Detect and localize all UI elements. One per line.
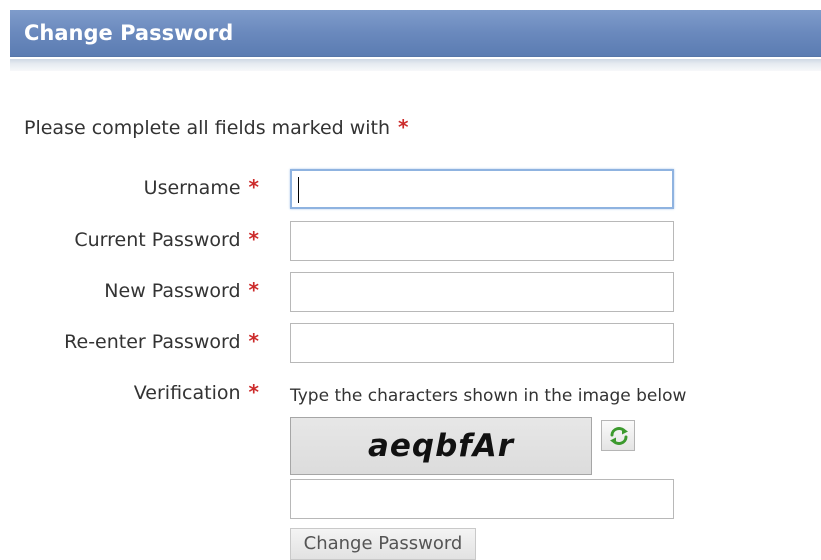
verification-label: Verification * bbox=[134, 379, 259, 406]
username-label: Username * bbox=[144, 174, 259, 201]
change-password-button[interactable]: Change Password bbox=[290, 528, 476, 560]
required-marker: * bbox=[248, 329, 259, 353]
captcha-text: aeqbfAr bbox=[367, 428, 515, 464]
reenter-password-label-text: Re-enter Password bbox=[64, 331, 241, 353]
reenter-password-field[interactable] bbox=[290, 323, 674, 363]
instructions-text: Please complete all fields marked with bbox=[24, 117, 391, 139]
captcha-hint: Type the characters shown in the image b… bbox=[290, 386, 687, 406]
required-marker: * bbox=[248, 278, 259, 302]
reenter-password-label: Re-enter Password * bbox=[64, 328, 259, 355]
new-password-label-text: New Password bbox=[104, 280, 241, 302]
required-marker: * bbox=[248, 227, 259, 251]
required-marker: * bbox=[248, 380, 259, 404]
required-marker: * bbox=[398, 115, 409, 139]
form-instructions: Please complete all fields marked with * bbox=[24, 114, 409, 141]
captcha-image: aeqbfAr bbox=[290, 417, 592, 475]
text-caret bbox=[298, 177, 299, 203]
page-title: Change Password bbox=[24, 21, 234, 45]
captcha-input[interactable] bbox=[290, 479, 674, 519]
refresh-captcha-button[interactable] bbox=[601, 420, 635, 451]
verification-label-text: Verification bbox=[133, 382, 241, 404]
current-password-label-text: Current Password bbox=[74, 229, 241, 251]
current-password-label: Current Password * bbox=[74, 226, 259, 253]
required-marker: * bbox=[248, 175, 259, 199]
header-divider bbox=[10, 59, 821, 71]
username-label-text: Username bbox=[143, 177, 241, 199]
refresh-icon bbox=[610, 427, 628, 445]
page-header: Change Password bbox=[10, 10, 821, 57]
current-password-field[interactable] bbox=[290, 221, 674, 261]
new-password-field[interactable] bbox=[290, 272, 674, 312]
new-password-label: New Password * bbox=[104, 277, 259, 304]
username-field[interactable] bbox=[290, 169, 674, 209]
